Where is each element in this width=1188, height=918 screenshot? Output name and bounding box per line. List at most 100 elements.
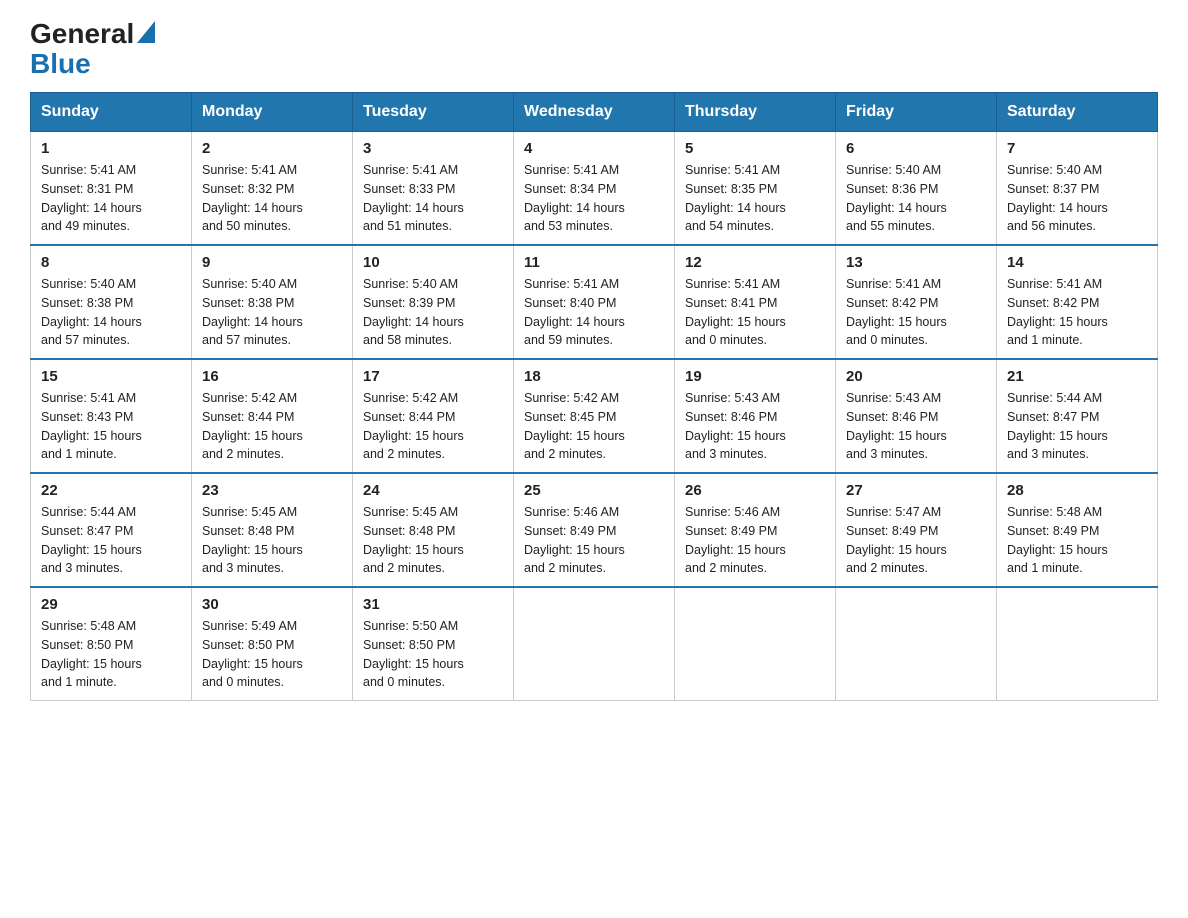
day-number: 18 bbox=[524, 368, 664, 385]
calendar-week-row: 29 Sunrise: 5:48 AMSunset: 8:50 PMDaylig… bbox=[31, 587, 1158, 701]
calendar-cell: 20 Sunrise: 5:43 AMSunset: 8:46 PMDaylig… bbox=[836, 359, 997, 473]
day-info: Sunrise: 5:41 AMSunset: 8:34 PMDaylight:… bbox=[524, 163, 625, 233]
calendar-week-row: 8 Sunrise: 5:40 AMSunset: 8:38 PMDayligh… bbox=[31, 245, 1158, 359]
day-info: Sunrise: 5:41 AMSunset: 8:31 PMDaylight:… bbox=[41, 163, 142, 233]
day-number: 12 bbox=[685, 254, 825, 271]
day-info: Sunrise: 5:41 AMSunset: 8:40 PMDaylight:… bbox=[524, 277, 625, 347]
calendar-cell: 6 Sunrise: 5:40 AMSunset: 8:36 PMDayligh… bbox=[836, 132, 997, 246]
calendar-cell: 3 Sunrise: 5:41 AMSunset: 8:33 PMDayligh… bbox=[353, 132, 514, 246]
calendar-cell: 25 Sunrise: 5:46 AMSunset: 8:49 PMDaylig… bbox=[514, 473, 675, 587]
day-number: 6 bbox=[846, 140, 986, 157]
day-info: Sunrise: 5:41 AMSunset: 8:41 PMDaylight:… bbox=[685, 277, 786, 347]
day-info: Sunrise: 5:46 AMSunset: 8:49 PMDaylight:… bbox=[685, 505, 786, 575]
day-info: Sunrise: 5:41 AMSunset: 8:35 PMDaylight:… bbox=[685, 163, 786, 233]
calendar-cell bbox=[675, 587, 836, 701]
calendar-cell: 17 Sunrise: 5:42 AMSunset: 8:44 PMDaylig… bbox=[353, 359, 514, 473]
day-number: 27 bbox=[846, 482, 986, 499]
column-header-friday: Friday bbox=[836, 93, 997, 132]
calendar-week-row: 1 Sunrise: 5:41 AMSunset: 8:31 PMDayligh… bbox=[31, 132, 1158, 246]
calendar-cell: 22 Sunrise: 5:44 AMSunset: 8:47 PMDaylig… bbox=[31, 473, 192, 587]
calendar-cell: 24 Sunrise: 5:45 AMSunset: 8:48 PMDaylig… bbox=[353, 473, 514, 587]
calendar-cell: 8 Sunrise: 5:40 AMSunset: 8:38 PMDayligh… bbox=[31, 245, 192, 359]
day-info: Sunrise: 5:45 AMSunset: 8:48 PMDaylight:… bbox=[202, 505, 303, 575]
calendar-cell: 7 Sunrise: 5:40 AMSunset: 8:37 PMDayligh… bbox=[997, 132, 1158, 246]
day-number: 25 bbox=[524, 482, 664, 499]
calendar-cell: 12 Sunrise: 5:41 AMSunset: 8:41 PMDaylig… bbox=[675, 245, 836, 359]
calendar-table: SundayMondayTuesdayWednesdayThursdayFrid… bbox=[30, 92, 1158, 701]
logo-triangle-icon bbox=[137, 21, 155, 43]
day-info: Sunrise: 5:50 AMSunset: 8:50 PMDaylight:… bbox=[363, 619, 464, 689]
column-header-tuesday: Tuesday bbox=[353, 93, 514, 132]
column-header-sunday: Sunday bbox=[31, 93, 192, 132]
day-info: Sunrise: 5:48 AMSunset: 8:49 PMDaylight:… bbox=[1007, 505, 1108, 575]
day-info: Sunrise: 5:49 AMSunset: 8:50 PMDaylight:… bbox=[202, 619, 303, 689]
day-info: Sunrise: 5:40 AMSunset: 8:37 PMDaylight:… bbox=[1007, 163, 1108, 233]
day-number: 14 bbox=[1007, 254, 1147, 271]
day-info: Sunrise: 5:41 AMSunset: 8:32 PMDaylight:… bbox=[202, 163, 303, 233]
calendar-cell: 10 Sunrise: 5:40 AMSunset: 8:39 PMDaylig… bbox=[353, 245, 514, 359]
calendar-week-row: 15 Sunrise: 5:41 AMSunset: 8:43 PMDaylig… bbox=[31, 359, 1158, 473]
day-info: Sunrise: 5:44 AMSunset: 8:47 PMDaylight:… bbox=[1007, 391, 1108, 461]
day-number: 30 bbox=[202, 596, 342, 613]
calendar-cell: 4 Sunrise: 5:41 AMSunset: 8:34 PMDayligh… bbox=[514, 132, 675, 246]
calendar-cell: 5 Sunrise: 5:41 AMSunset: 8:35 PMDayligh… bbox=[675, 132, 836, 246]
column-header-saturday: Saturday bbox=[997, 93, 1158, 132]
day-info: Sunrise: 5:44 AMSunset: 8:47 PMDaylight:… bbox=[41, 505, 142, 575]
day-number: 5 bbox=[685, 140, 825, 157]
day-info: Sunrise: 5:42 AMSunset: 8:44 PMDaylight:… bbox=[363, 391, 464, 461]
day-info: Sunrise: 5:40 AMSunset: 8:38 PMDaylight:… bbox=[202, 277, 303, 347]
day-info: Sunrise: 5:42 AMSunset: 8:44 PMDaylight:… bbox=[202, 391, 303, 461]
day-number: 22 bbox=[41, 482, 181, 499]
day-info: Sunrise: 5:42 AMSunset: 8:45 PMDaylight:… bbox=[524, 391, 625, 461]
calendar-cell: 11 Sunrise: 5:41 AMSunset: 8:40 PMDaylig… bbox=[514, 245, 675, 359]
day-number: 24 bbox=[363, 482, 503, 499]
calendar-cell: 2 Sunrise: 5:41 AMSunset: 8:32 PMDayligh… bbox=[192, 132, 353, 246]
calendar-cell: 13 Sunrise: 5:41 AMSunset: 8:42 PMDaylig… bbox=[836, 245, 997, 359]
day-number: 26 bbox=[685, 482, 825, 499]
day-number: 15 bbox=[41, 368, 181, 385]
calendar-cell: 18 Sunrise: 5:42 AMSunset: 8:45 PMDaylig… bbox=[514, 359, 675, 473]
day-info: Sunrise: 5:40 AMSunset: 8:39 PMDaylight:… bbox=[363, 277, 464, 347]
day-number: 4 bbox=[524, 140, 664, 157]
day-info: Sunrise: 5:41 AMSunset: 8:42 PMDaylight:… bbox=[846, 277, 947, 347]
column-header-wednesday: Wednesday bbox=[514, 93, 675, 132]
day-number: 21 bbox=[1007, 368, 1147, 385]
day-number: 10 bbox=[363, 254, 503, 271]
calendar-cell: 23 Sunrise: 5:45 AMSunset: 8:48 PMDaylig… bbox=[192, 473, 353, 587]
calendar-cell bbox=[514, 587, 675, 701]
day-info: Sunrise: 5:48 AMSunset: 8:50 PMDaylight:… bbox=[41, 619, 142, 689]
column-header-thursday: Thursday bbox=[675, 93, 836, 132]
day-number: 8 bbox=[41, 254, 181, 271]
calendar-cell: 30 Sunrise: 5:49 AMSunset: 8:50 PMDaylig… bbox=[192, 587, 353, 701]
calendar-cell: 14 Sunrise: 5:41 AMSunset: 8:42 PMDaylig… bbox=[997, 245, 1158, 359]
calendar-cell: 15 Sunrise: 5:41 AMSunset: 8:43 PMDaylig… bbox=[31, 359, 192, 473]
calendar-cell bbox=[997, 587, 1158, 701]
day-number: 17 bbox=[363, 368, 503, 385]
calendar-cell: 29 Sunrise: 5:48 AMSunset: 8:50 PMDaylig… bbox=[31, 587, 192, 701]
logo-general-text: General bbox=[30, 20, 134, 48]
day-number: 29 bbox=[41, 596, 181, 613]
day-info: Sunrise: 5:43 AMSunset: 8:46 PMDaylight:… bbox=[846, 391, 947, 461]
day-info: Sunrise: 5:40 AMSunset: 8:38 PMDaylight:… bbox=[41, 277, 142, 347]
day-number: 20 bbox=[846, 368, 986, 385]
calendar-cell: 31 Sunrise: 5:50 AMSunset: 8:50 PMDaylig… bbox=[353, 587, 514, 701]
calendar-cell: 9 Sunrise: 5:40 AMSunset: 8:38 PMDayligh… bbox=[192, 245, 353, 359]
calendar-cell: 19 Sunrise: 5:43 AMSunset: 8:46 PMDaylig… bbox=[675, 359, 836, 473]
calendar-week-row: 22 Sunrise: 5:44 AMSunset: 8:47 PMDaylig… bbox=[31, 473, 1158, 587]
calendar-header-row: SundayMondayTuesdayWednesdayThursdayFrid… bbox=[31, 93, 1158, 132]
logo: General Blue bbox=[30, 20, 155, 80]
day-number: 2 bbox=[202, 140, 342, 157]
day-number: 7 bbox=[1007, 140, 1147, 157]
calendar-cell: 1 Sunrise: 5:41 AMSunset: 8:31 PMDayligh… bbox=[31, 132, 192, 246]
day-number: 11 bbox=[524, 254, 664, 271]
day-info: Sunrise: 5:45 AMSunset: 8:48 PMDaylight:… bbox=[363, 505, 464, 575]
day-number: 28 bbox=[1007, 482, 1147, 499]
day-number: 19 bbox=[685, 368, 825, 385]
logo-blue-text: Blue bbox=[30, 48, 91, 80]
calendar-cell: 21 Sunrise: 5:44 AMSunset: 8:47 PMDaylig… bbox=[997, 359, 1158, 473]
calendar-cell: 16 Sunrise: 5:42 AMSunset: 8:44 PMDaylig… bbox=[192, 359, 353, 473]
day-info: Sunrise: 5:47 AMSunset: 8:49 PMDaylight:… bbox=[846, 505, 947, 575]
column-header-monday: Monday bbox=[192, 93, 353, 132]
day-info: Sunrise: 5:43 AMSunset: 8:46 PMDaylight:… bbox=[685, 391, 786, 461]
day-number: 1 bbox=[41, 140, 181, 157]
